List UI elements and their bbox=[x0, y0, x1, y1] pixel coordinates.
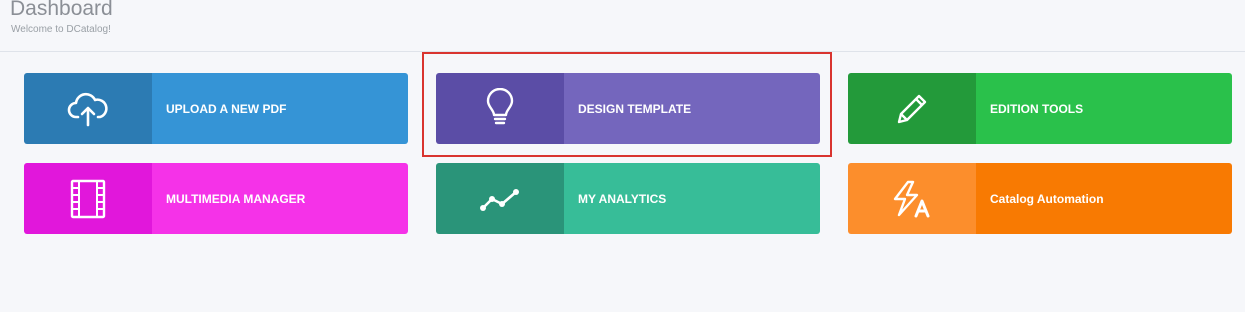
pencil-icon bbox=[897, 94, 927, 123]
page-title: Dashboard bbox=[10, 0, 113, 20]
tile-icon-box bbox=[24, 73, 152, 144]
tile-edition-tools[interactable]: EDITION TOOLS bbox=[848, 73, 1232, 144]
tile-label: EDITION TOOLS bbox=[976, 73, 1232, 144]
tile-icon-box bbox=[24, 163, 152, 234]
tile-design-template[interactable]: DESIGN TEMPLATE bbox=[436, 73, 820, 144]
tile-my-analytics[interactable]: MY ANALYTICS bbox=[436, 163, 820, 234]
cloud-upload-icon bbox=[67, 92, 108, 126]
page-header: Dashboard Welcome to DCatalog! bbox=[0, 0, 1245, 52]
tile-label: MY ANALYTICS bbox=[564, 163, 820, 234]
tile-icon-box bbox=[436, 163, 564, 234]
tile-label: Catalog Automation bbox=[976, 163, 1232, 234]
tile-icon-box bbox=[848, 163, 976, 234]
film-icon bbox=[70, 179, 106, 218]
lightbulb-icon bbox=[486, 87, 514, 124]
tile-icon-box bbox=[436, 73, 564, 144]
analytics-line-icon bbox=[480, 188, 519, 211]
page-subtitle: Welcome to DCatalog! bbox=[11, 24, 111, 35]
tile-multimedia-manager[interactable]: MULTIMEDIA MANAGER bbox=[24, 163, 408, 234]
automation-bolt-icon bbox=[893, 180, 930, 217]
tile-upload-pdf[interactable]: UPLOAD A NEW PDF bbox=[24, 73, 408, 144]
tile-label: DESIGN TEMPLATE bbox=[564, 73, 820, 144]
tile-catalog-automation[interactable]: Catalog Automation bbox=[848, 163, 1232, 234]
tile-icon-box bbox=[848, 73, 976, 144]
tile-label: MULTIMEDIA MANAGER bbox=[152, 163, 408, 234]
tile-label: UPLOAD A NEW PDF bbox=[152, 73, 408, 144]
